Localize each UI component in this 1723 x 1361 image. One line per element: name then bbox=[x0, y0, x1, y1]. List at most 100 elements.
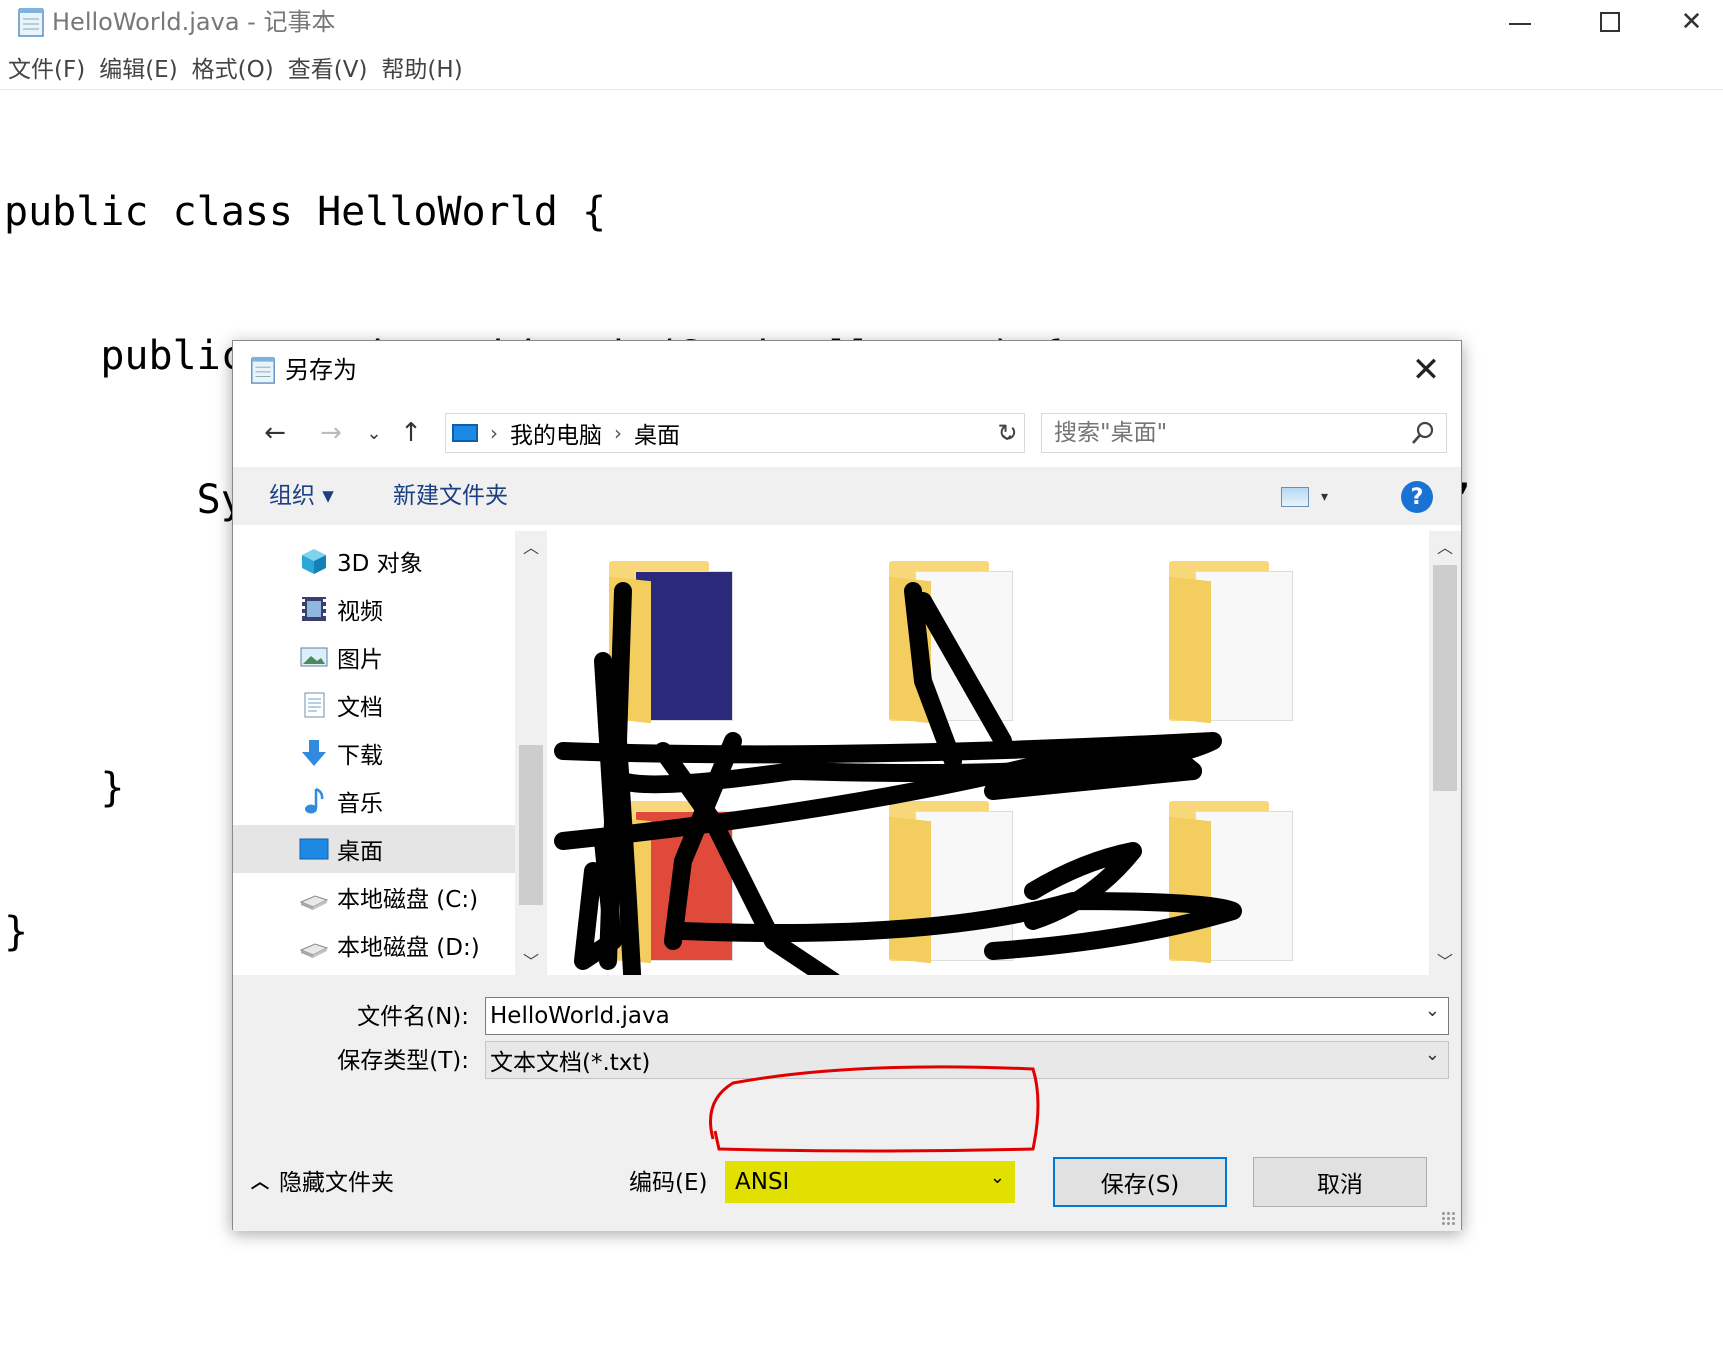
refresh-icon: ↻ bbox=[997, 419, 1018, 447]
chevron-down-icon: ⌄ bbox=[989, 1167, 1005, 1188]
sidebar-item-video[interactable]: 视频 bbox=[233, 585, 515, 633]
arrow-right-icon: → bbox=[320, 418, 342, 448]
recent-locations-button[interactable]: ⌄ bbox=[361, 415, 387, 451]
folder-item[interactable] bbox=[1169, 561, 1299, 731]
view-options-button[interactable]: ▾ bbox=[1281, 483, 1339, 511]
filetype-value: 文本文档(*.txt) bbox=[490, 1050, 651, 1076]
sidebar-item-documents[interactable]: 文档 bbox=[233, 681, 515, 729]
chevron-up-icon[interactable]: ︿ bbox=[515, 531, 547, 561]
chevron-down-icon: ⌄ bbox=[366, 422, 382, 444]
drive-icon bbox=[299, 943, 329, 958]
scrollbar-thumb[interactable] bbox=[519, 745, 543, 905]
code-line: public class HelloWorld { bbox=[4, 189, 607, 235]
sidebar-item-drive-c[interactable]: 本地磁盘 (C:) bbox=[233, 873, 515, 921]
download-icon bbox=[302, 740, 326, 766]
back-button[interactable]: ← bbox=[255, 415, 295, 451]
notepad-icon bbox=[18, 8, 44, 37]
minimize-button[interactable] bbox=[1480, 0, 1560, 44]
dialog-toolbar: 组织 ▾ 新建文件夹 ▾ ? bbox=[233, 467, 1461, 525]
breadcrumb-desktop[interactable]: 桌面 bbox=[634, 416, 680, 450]
resize-grip-icon[interactable] bbox=[1441, 1211, 1457, 1227]
save-as-dialog: 另存为 ✕ ← → ⌄ ↑ › 我的电脑 › 桌面 ⌄ ↻ 组织 ▾ 新建文件夹 bbox=[232, 340, 1462, 1231]
navigation-scrollbar[interactable]: ︿ ﹀ bbox=[515, 531, 547, 975]
drive-icon bbox=[299, 895, 329, 910]
video-icon bbox=[302, 597, 326, 621]
documents-icon bbox=[304, 692, 325, 718]
chevron-down-icon[interactable]: ⌄ bbox=[1425, 1044, 1440, 1065]
menu-file[interactable]: 文件(F) bbox=[8, 51, 85, 89]
hide-folders-toggle[interactable]: ︿ 隐藏文件夹 bbox=[251, 1165, 394, 1201]
refresh-button[interactable]: ↻ bbox=[991, 413, 1025, 453]
sidebar-item-downloads[interactable]: 下载 bbox=[233, 729, 515, 777]
sidebar-item-3d-objects[interactable]: 3D 对象 bbox=[233, 537, 515, 585]
chevron-right-icon: › bbox=[614, 421, 622, 445]
folder-item[interactable] bbox=[1169, 801, 1299, 971]
up-button[interactable]: ↑ bbox=[393, 415, 429, 451]
forward-button[interactable]: → bbox=[311, 415, 351, 451]
caret-down-icon: ▾ bbox=[1321, 489, 1329, 505]
folder-front bbox=[889, 576, 931, 724]
close-icon: ✕ bbox=[1411, 350, 1441, 390]
navigation-bar: ← → ⌄ ↑ › 我的电脑 › 桌面 ⌄ ↻ bbox=[233, 401, 1461, 463]
sidebar-item-pictures[interactable]: 图片 bbox=[233, 633, 515, 681]
dialog-titlebar: 另存为 ✕ bbox=[233, 341, 1461, 399]
chevron-down-icon[interactable]: ⌄ bbox=[1425, 1000, 1440, 1021]
folder-item[interactable] bbox=[889, 801, 1019, 971]
folder-item[interactable] bbox=[889, 561, 1019, 731]
new-folder-button[interactable]: 新建文件夹 bbox=[393, 479, 508, 513]
search-input[interactable] bbox=[1042, 415, 1402, 451]
cancel-button[interactable]: 取消 bbox=[1253, 1157, 1427, 1207]
sidebar-item-music[interactable]: 音乐 bbox=[233, 777, 515, 825]
encoding-select[interactable]: ANSI ⌄ bbox=[725, 1161, 1015, 1203]
chevron-right-icon: › bbox=[490, 421, 498, 445]
sidebar-item-label: 本地磁盘 (D:) bbox=[337, 935, 480, 961]
dialog-title: 另存为 bbox=[285, 356, 357, 384]
notepad-icon bbox=[251, 356, 275, 384]
sidebar-item-label: 本地磁盘 (C:) bbox=[337, 887, 479, 913]
encoding-value: ANSI bbox=[735, 1169, 790, 1195]
search-box[interactable] bbox=[1041, 413, 1447, 453]
filename-field[interactable]: HelloWorld.java ⌄ bbox=[485, 997, 1449, 1035]
arrow-up-icon: ↑ bbox=[400, 418, 422, 448]
sidebar-item-label: 视频 bbox=[337, 599, 383, 625]
folder-item[interactable] bbox=[609, 561, 739, 731]
scrollbar-thumb[interactable] bbox=[1433, 565, 1457, 791]
filetype-select[interactable]: 文本文档(*.txt) ⌄ bbox=[485, 1041, 1449, 1079]
maximize-button[interactable] bbox=[1570, 0, 1650, 44]
menu-help[interactable]: 帮助(H) bbox=[381, 51, 462, 89]
desktop-icon bbox=[299, 838, 329, 860]
close-button[interactable]: ✕ bbox=[1660, 0, 1723, 44]
chevron-down-icon[interactable]: ﹀ bbox=[515, 945, 547, 975]
sidebar-item-label: 图片 bbox=[337, 647, 383, 673]
menu-view[interactable]: 查看(V) bbox=[288, 51, 368, 89]
file-list-scrollbar[interactable]: ︿ ﹀ bbox=[1429, 531, 1461, 975]
file-list[interactable] bbox=[549, 531, 1429, 975]
filename-value: HelloWorld.java bbox=[490, 1003, 670, 1029]
menu-format[interactable]: 格式(O) bbox=[192, 51, 274, 89]
maximize-icon bbox=[1600, 12, 1620, 32]
minimize-icon bbox=[1509, 23, 1531, 25]
menu-edit[interactable]: 编辑(E) bbox=[99, 51, 177, 89]
address-bar[interactable]: › 我的电脑 › 桌面 ⌄ bbox=[445, 413, 1025, 453]
sidebar-item-drive-d[interactable]: 本地磁盘 (D:) bbox=[233, 921, 515, 969]
chevron-down-icon[interactable]: ﹀ bbox=[1429, 945, 1461, 975]
help-button[interactable]: ? bbox=[1401, 481, 1433, 513]
notepad-titlebar: HelloWorld.java - 记事本 ✕ bbox=[0, 0, 1723, 44]
folder-item[interactable] bbox=[609, 801, 739, 971]
sidebar-item-label: 3D 对象 bbox=[337, 551, 423, 577]
sidebar-item-label: 音乐 bbox=[337, 791, 383, 817]
music-icon bbox=[305, 787, 324, 814]
folder-front bbox=[889, 816, 931, 964]
dialog-close-button[interactable]: ✕ bbox=[1391, 341, 1461, 399]
folder-front bbox=[609, 816, 651, 964]
sidebar-item-desktop[interactable]: 桌面 bbox=[233, 825, 515, 873]
sidebar-item-label: 桌面 bbox=[337, 839, 383, 865]
view-icon bbox=[1281, 487, 1309, 507]
chevron-up-icon[interactable]: ︿ bbox=[1429, 531, 1461, 561]
organize-button[interactable]: 组织 ▾ bbox=[269, 479, 334, 513]
pictures-icon bbox=[300, 647, 328, 667]
breadcrumb-my-computer[interactable]: 我的电脑 bbox=[510, 416, 602, 450]
filetype-label: 保存类型(T): bbox=[337, 1048, 469, 1074]
encoding-label: 编码(E) bbox=[629, 1170, 708, 1196]
save-button[interactable]: 保存(S) bbox=[1053, 1157, 1227, 1207]
